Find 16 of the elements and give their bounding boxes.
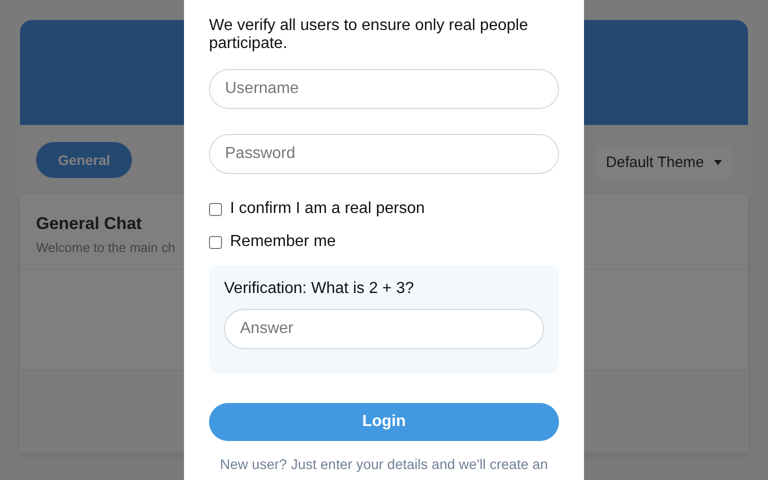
answer-field[interactable]: Answer (224, 309, 544, 349)
chat-subtitle: Welcome to the main ch (36, 240, 176, 255)
input-field[interactable]: Password (209, 134, 559, 174)
verification-question: Verification: What is 2 + 3? (224, 280, 415, 298)
checkbox[interactable] (209, 202, 222, 216)
input-field[interactable]: Username (209, 69, 559, 109)
signup-hint: New user? Just enter your details and we'll create an (219, 456, 549, 472)
tab[interactable]: General (36, 142, 132, 178)
theme-select[interactable]: Default Theme (596, 146, 732, 179)
caret-icon (714, 160, 722, 165)
dialog-description: We verify all users to ensure only real people participate. (209, 17, 529, 53)
chat-title: General Chat (36, 214, 142, 234)
checkbox-label: I confirm I am a real person (230, 200, 425, 218)
login-button[interactable]: Login (209, 403, 559, 441)
checkbox[interactable] (209, 236, 222, 248)
checkbox-label: Remember me (230, 233, 336, 251)
